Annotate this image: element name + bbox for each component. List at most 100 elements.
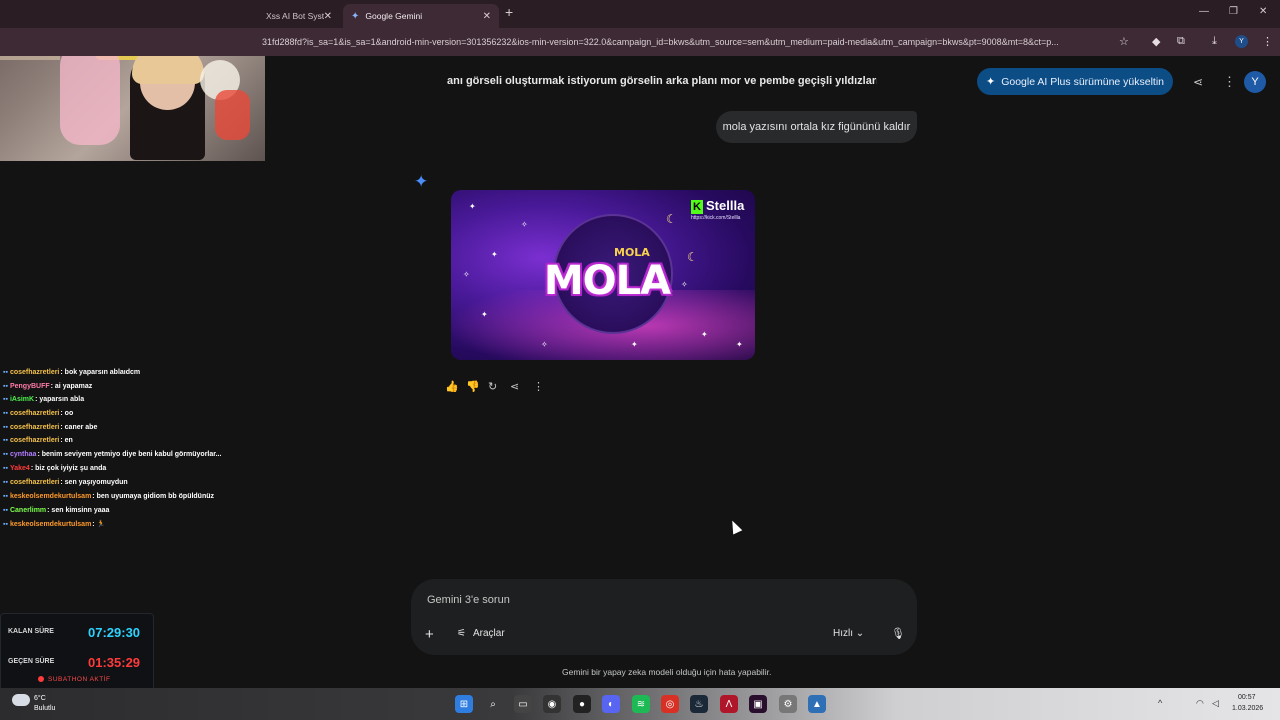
chat-username[interactable]: cosefhazretleri bbox=[10, 479, 59, 486]
spotify-icon[interactable]: ≋ bbox=[632, 695, 650, 713]
browser-tab-bar bbox=[0, 0, 1280, 28]
subathon-status: SUBATHON AKTİF bbox=[38, 676, 111, 683]
chevron-down-icon: ⌄ bbox=[855, 628, 865, 639]
cloud-icon bbox=[12, 694, 30, 706]
chat-message: ▪▪ cosefhazretleri: oo bbox=[3, 410, 73, 417]
github-icon[interactable]: ● bbox=[573, 695, 591, 713]
share-icon[interactable]: ⋖ bbox=[1193, 75, 1203, 89]
photos-icon[interactable]: ▲ bbox=[808, 695, 826, 713]
chat-text: : benim seviyem yetmiyo diye beni kabul … bbox=[37, 451, 222, 458]
capcut-icon[interactable]: ▣ bbox=[749, 695, 767, 713]
thumbs-up-icon[interactable]: 👍 bbox=[445, 380, 459, 393]
chat-badges-icon: ▪▪ bbox=[3, 451, 8, 458]
extension-diamond-icon[interactable]: ◆ bbox=[1152, 35, 1160, 48]
elapsed-value: 01:35:29 bbox=[88, 655, 141, 670]
search-icon[interactable]: ⌕ bbox=[484, 695, 502, 713]
chat-badges-icon: ▪▪ bbox=[3, 383, 8, 390]
chat-username[interactable]: iAsimK bbox=[10, 396, 34, 403]
chat-message: ▪▪ Yake4: biz çok iyiyiz şu anda bbox=[3, 465, 106, 472]
close-tab-icon[interactable]: ✕ bbox=[324, 11, 332, 22]
steam-icon[interactable]: ♨ bbox=[690, 695, 708, 713]
download-icon[interactable]: ⤓ bbox=[1212, 35, 1217, 48]
chat-badges-icon: ▪▪ bbox=[3, 493, 8, 500]
riot-icon[interactable]: Λ bbox=[720, 695, 738, 713]
chat-badges-icon: ▪▪ bbox=[3, 465, 8, 472]
chat-badges-icon: ▪▪ bbox=[3, 479, 8, 486]
chat-username[interactable]: cosefhazretleri bbox=[10, 424, 59, 431]
extensions-icon[interactable]: ⧉ bbox=[1177, 35, 1185, 48]
chat-message: ▪▪ PengyBUFF: ai yapamaz bbox=[3, 383, 92, 390]
wifi-icon[interactable]: ◠ bbox=[1196, 698, 1204, 709]
minimize-icon[interactable]: — bbox=[1199, 6, 1209, 17]
new-tab-button[interactable]: + bbox=[505, 4, 513, 20]
upgrade-label: Google AI Plus sürümüne yükseltin bbox=[1001, 75, 1165, 88]
chat-message: ▪▪ cosefhazretleri: sen yaşıyomuydun bbox=[3, 479, 128, 486]
weather-temperature[interactable]: 6°C bbox=[34, 695, 46, 702]
mouse-cursor bbox=[727, 518, 743, 535]
chat-badges-icon: ▪▪ bbox=[3, 507, 8, 514]
close-window-icon[interactable]: ✕ bbox=[1259, 6, 1267, 17]
tab-title: Xss AI Bot Syst bbox=[266, 11, 325, 21]
profile-avatar[interactable]: Y bbox=[1235, 35, 1248, 48]
regenerate-icon[interactable]: ↻ bbox=[488, 380, 497, 393]
close-tab-icon[interactable]: ✕ bbox=[483, 11, 491, 22]
chat-username[interactable]: Canerlimm bbox=[10, 507, 46, 514]
chat-message: ▪▪ iAsimK: yaparsın abla bbox=[3, 396, 84, 403]
share-response-icon[interactable]: ⋖ bbox=[510, 380, 519, 393]
chat-text: : oo bbox=[60, 410, 74, 417]
prompt-input[interactable]: Gemini 3'e sorun bbox=[427, 594, 510, 606]
chat-username[interactable]: PengyBUFF bbox=[10, 383, 50, 390]
image-brand-url: https://kick.com/Stellla bbox=[691, 215, 741, 221]
more-actions-icon[interactable]: ⋮ bbox=[533, 380, 544, 393]
chat-username[interactable]: keskeolsemdekurtulsam bbox=[10, 521, 91, 528]
gemini-favicon-icon: ✦ bbox=[351, 10, 360, 22]
url-field[interactable]: 31fd288fd?is_sa=1&is_sa=1&android-min-ve… bbox=[262, 37, 1112, 47]
task-view-icon[interactable]: ▭ bbox=[514, 695, 532, 713]
chat-message: ▪▪ cynthaa: benim seviyem yetmiyo diye be… bbox=[3, 451, 221, 458]
tab-google-gemini[interactable]: ✦ Google Gemini ✕ bbox=[343, 4, 499, 28]
chat-username[interactable]: cosefhazretleri bbox=[10, 437, 59, 444]
chat-badges-icon: ▪▪ bbox=[3, 396, 8, 403]
chat-badges-icon: ▪▪ bbox=[3, 437, 8, 444]
thumbs-down-icon[interactable]: 👎 bbox=[466, 380, 480, 393]
tab-xss-ai-bot[interactable]: Xss AI Bot Syst ✕ bbox=[258, 4, 340, 28]
microphone-icon[interactable]: 🎙 bbox=[891, 627, 905, 640]
tab-title: Google Gemini bbox=[365, 11, 423, 21]
restore-icon[interactable]: ❐ bbox=[1229, 6, 1238, 17]
chrome-icon[interactable]: ◎ bbox=[661, 695, 679, 713]
subathon-status-text: SUBATHON AKTİF bbox=[48, 676, 111, 683]
chat-username[interactable]: Yake4 bbox=[10, 465, 30, 472]
chat-message: ▪▪ cosefhazretleri: en bbox=[3, 437, 73, 444]
chat-message: ▪▪ keskeolsemdekurtulsam: 🏃 bbox=[3, 520, 105, 528]
model-mode-select[interactable]: Hızlı ⌄ bbox=[833, 628, 864, 639]
bookmark-star-icon[interactable]: ☆ bbox=[1119, 35, 1129, 48]
obs-icon[interactable]: ◉ bbox=[543, 695, 561, 713]
chat-username[interactable]: keskeolsemdekurtulsam bbox=[10, 493, 91, 500]
volume-icon[interactable]: ◁ bbox=[1212, 698, 1219, 709]
chat-username[interactable]: cynthaa bbox=[10, 451, 36, 458]
gemini-spark-icon: ✦ bbox=[414, 172, 429, 191]
generated-image[interactable]: ✦ ✦ ✧ ✦ ✧ ✦ ✦ ✧ ☾ ☾ ✧ ✦ MOLA MOLA K Stell… bbox=[451, 190, 755, 360]
prompt-box[interactable] bbox=[411, 579, 917, 655]
remaining-value: 07:29:30 bbox=[88, 625, 141, 640]
account-avatar[interactable]: Y bbox=[1244, 71, 1266, 93]
elapsed-label: GEÇEN SÜRE bbox=[8, 658, 55, 665]
settings-gear-icon[interactable]: ⚙ bbox=[779, 695, 797, 713]
chat-username[interactable]: cosefhazretleri bbox=[10, 410, 59, 417]
more-options-icon[interactable]: ⋮ bbox=[1223, 74, 1236, 90]
chat-text: : ben uyumaya gidiom bb öpüldünüz bbox=[92, 493, 215, 500]
start-menu-icon[interactable]: ⊞ bbox=[455, 695, 473, 713]
tray-chevron-icon[interactable]: ^ bbox=[1158, 698, 1162, 708]
add-attachment-button[interactable]: + bbox=[425, 626, 434, 643]
chat-username[interactable]: cosefhazretleri bbox=[10, 369, 59, 376]
upgrade-button[interactable]: ✦ Google AI Plus sürümüne yükseltin bbox=[977, 68, 1173, 95]
clock-date[interactable]: 1.03.2026 bbox=[1232, 705, 1263, 712]
weather-description[interactable]: Bulutlu bbox=[34, 705, 55, 712]
browser-menu-icon[interactable]: ⋮ bbox=[1262, 35, 1273, 48]
clock-time[interactable]: 00:57 bbox=[1238, 694, 1256, 701]
chat-text: : 🏃 bbox=[92, 521, 106, 528]
discord-icon[interactable]: ◐ bbox=[602, 695, 620, 713]
sparkle-icon: ✦ bbox=[985, 76, 996, 88]
tools-button[interactable]: ⚟ Araçlar bbox=[457, 628, 505, 639]
kick-logo-icon: K bbox=[691, 200, 703, 214]
